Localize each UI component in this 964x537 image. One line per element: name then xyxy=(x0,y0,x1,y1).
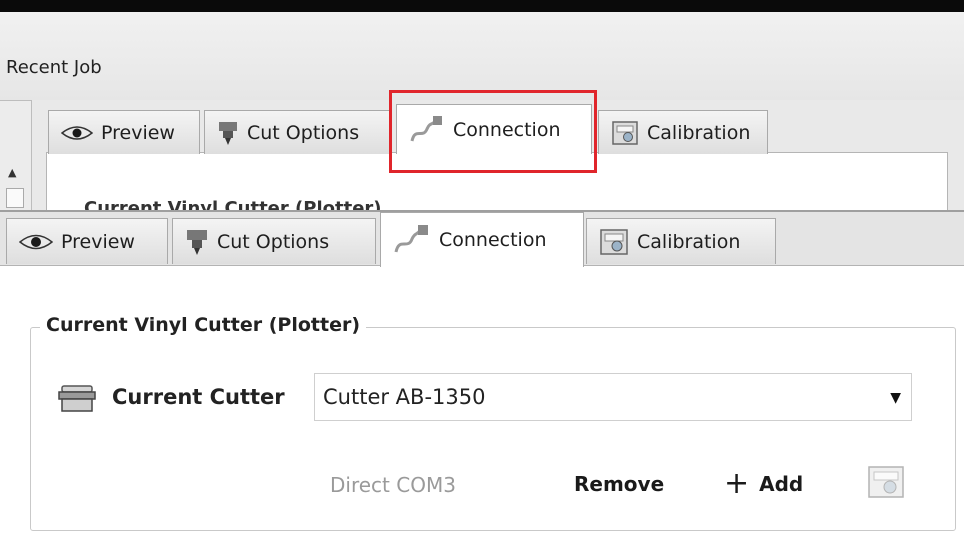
plus-icon: + xyxy=(724,466,750,501)
tab-label: Calibration xyxy=(647,121,751,144)
calibration-icon xyxy=(612,120,638,145)
recent-job-menu[interactable]: Recent Job xyxy=(6,57,102,78)
cutter-head-icon xyxy=(187,229,207,255)
current-cutter-label: Current Cutter xyxy=(112,385,285,409)
upper-tab-cut-options[interactable]: Cut Options xyxy=(204,110,392,154)
tab-cut-options[interactable]: Cut Options xyxy=(172,218,376,264)
tab-label: Preview xyxy=(61,230,135,253)
tab-label: Cut Options xyxy=(217,230,330,253)
tab-label: Preview xyxy=(101,121,175,144)
upper-tab-calibration[interactable]: Calibration xyxy=(598,110,768,154)
printer-icon xyxy=(58,385,96,412)
vinyl-cutter-groupbox xyxy=(30,327,956,531)
calibration-icon xyxy=(600,228,628,255)
app-window: Recent Job ▲ Current Vinyl Cutter (Plott… xyxy=(0,0,964,537)
cutter-head-icon xyxy=(219,121,237,145)
tab-preview[interactable]: Preview xyxy=(6,218,168,264)
eye-icon xyxy=(19,234,53,249)
upper-tab-preview[interactable]: Preview xyxy=(48,110,200,154)
current-cutter-select[interactable]: Cutter AB-1350 ▼ xyxy=(314,373,912,421)
tab-label: Calibration xyxy=(637,230,741,253)
tab-label: Connection xyxy=(453,118,561,141)
scroll-up-icon[interactable]: ▲ xyxy=(8,166,16,179)
tab-label: Cut Options xyxy=(247,121,360,144)
remove-button[interactable]: Remove xyxy=(564,465,674,503)
connection-port-label: Direct COM3 xyxy=(330,473,456,497)
tab-label: Connection xyxy=(439,229,547,251)
remove-label: Remove xyxy=(574,472,665,496)
tab-calibration[interactable]: Calibration xyxy=(586,218,776,264)
scrollbar-thumb[interactable] xyxy=(6,188,24,208)
add-button[interactable]: + Add xyxy=(714,465,813,503)
add-label: Add xyxy=(759,472,804,496)
title-bar xyxy=(0,0,964,12)
calibration-icon[interactable] xyxy=(866,464,906,500)
cable-plug-icon xyxy=(410,115,442,141)
tab-connection[interactable]: Connection xyxy=(380,212,584,267)
menu-strip: Recent Job xyxy=(0,12,964,102)
cable-plug-icon xyxy=(394,225,428,253)
groupbox-title: Current Vinyl Cutter (Plotter) xyxy=(40,314,367,336)
upper-tab-connection[interactable]: Connection xyxy=(396,104,592,154)
eye-icon xyxy=(61,125,93,140)
dropdown-arrow-icon: ▼ xyxy=(890,390,901,406)
cutter-select-value: Cutter AB-1350 xyxy=(323,385,486,409)
